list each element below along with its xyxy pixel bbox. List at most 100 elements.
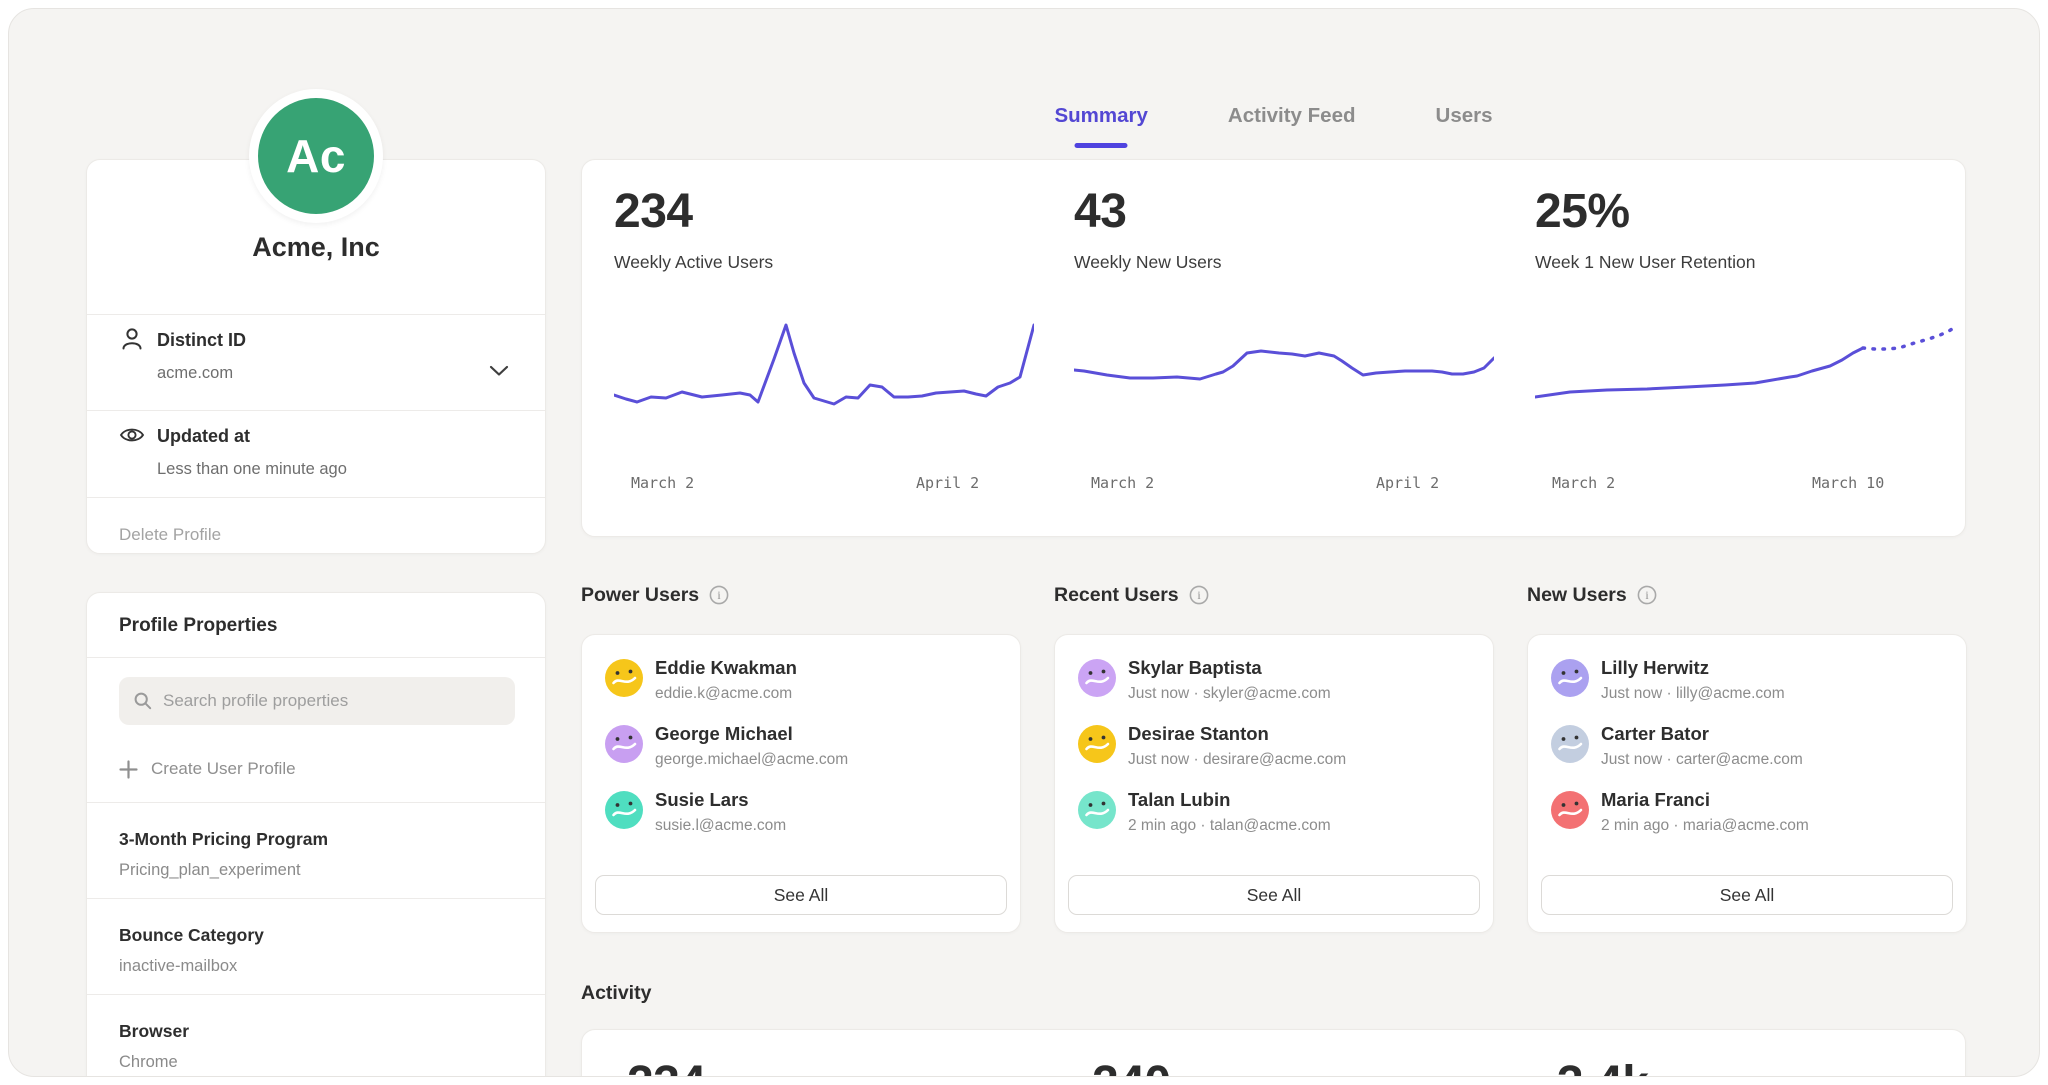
user-meta: george.michael@acme.com [655,751,848,769]
sparkline-chart [1074,296,1494,461]
user-avatar [605,659,643,697]
see-all-button[interactable]: See All [595,875,1007,915]
info-icon-wrap[interactable]: i [709,585,729,605]
profile-field-value: Less than one minute ago [157,460,347,479]
user-list-item[interactable]: Desirae StantonJust now · desirare@acme.… [1078,723,1470,779]
divider [87,497,545,498]
property-name: Bounce Category [119,925,513,946]
eye-icon [119,422,145,448]
info-icon-wrap[interactable]: i [1189,585,1209,605]
tab-summary[interactable]: Summary [1054,104,1147,148]
create-user-profile-label: Create User Profile [151,759,296,779]
info-icon[interactable]: i [709,585,729,605]
user-meta: eddie.k@acme.com [655,685,792,703]
user-meta: Just now · desirare@acme.com [1128,751,1346,769]
tab-users[interactable]: Users [1436,104,1493,148]
user-avatar [605,725,643,763]
see-all-button[interactable]: See All [1068,875,1480,915]
activity-card: 234 240 3.4k [581,1029,1966,1077]
user-avatar-face [1078,659,1116,697]
user-meta: Just now · lilly@acme.com [1601,685,1785,703]
stat-column: 43Weekly New UsersMarch 2April 2 [1074,184,1494,514]
see-all-button[interactable]: See All [1541,875,1953,915]
tab-activity-feed[interactable]: Activity Feed [1228,104,1356,148]
user-meta: susie.l@acme.com [655,817,786,835]
create-user-profile-button[interactable]: Create User Profile [119,751,296,787]
user-avatar-face [1551,725,1589,763]
chevron-down-icon[interactable] [489,365,509,377]
section-title: Recent Users [1054,584,1179,607]
profile-field-label: Distinct ID [157,330,246,351]
section-title: New Users [1527,584,1627,607]
stat-column: 25%Week 1 New User RetentionMarch 2March… [1535,184,1955,514]
user-list-item[interactable]: Carter Bator Just now · carter@acme.com [1551,723,1943,779]
summary-stats-card: 234Weekly Active UsersMarch 2April 243We… [581,159,1966,537]
section-header: Recent Users i [1054,581,1209,609]
user-list-item[interactable]: Maria Franci2 min ago · maria@acme.com [1551,789,1943,845]
plus-icon [119,760,138,779]
info-icon-wrap[interactable]: i [1637,585,1657,605]
property-item[interactable]: BrowserChrome [87,994,545,1072]
svg-text:i: i [1645,588,1649,602]
divider [87,314,545,315]
activity-stat-value: 234 [627,1056,706,1077]
property-value: Chrome [119,1053,513,1072]
profile-properties-card: Profile Properties Create User Profile 3… [86,592,546,1077]
page-content: Ac Acme, Inc Distinct IDacme.comUpdated … [8,8,2040,1077]
search-icon [133,691,153,711]
x-axis-label: March 2 [1091,474,1154,492]
section-header: New Users i [1527,581,1657,609]
svg-text:i: i [1197,588,1201,602]
user-name: Carter Bator [1601,723,1709,745]
search-input[interactable] [163,691,501,711]
user-avatar [1551,659,1589,697]
property-value: Pricing_plan_experiment [119,861,513,880]
user-avatar-face [1551,659,1589,697]
user-list-item[interactable]: Talan Lubin2 min ago · talan@acme.com [1078,789,1470,845]
user-list-item[interactable]: Eddie Kwakmaneddie.k@acme.com [605,657,997,713]
profile-field-label: Updated at [157,426,250,447]
stat-label: Weekly Active Users [614,252,773,273]
info-icon[interactable]: i [1637,585,1657,605]
user-avatar-face [1551,791,1589,829]
user-avatar [1078,791,1116,829]
app-window: Ac Acme, Inc Distinct IDacme.comUpdated … [8,8,2040,1077]
company-name: Acme, Inc [87,232,545,263]
property-item[interactable]: 3-Month Pricing Program Pricing_plan_expe… [87,802,545,880]
divider [87,657,545,658]
profile-properties-title: Profile Properties [119,615,277,637]
sparkline-axis: March 2April 2 [1074,474,1494,494]
stat-value: 234 [614,184,693,239]
person-icon [119,326,145,352]
user-meta: Just now · carter@acme.com [1601,751,1803,769]
tab-bar: Summary Activity Feed Users [581,104,1966,148]
user-avatar-face [605,791,643,829]
stat-column: 234 Weekly Active Users March 2April 2 [614,184,1034,514]
sparkline-chart [614,296,1034,461]
user-list-item[interactable]: Lilly HerwitzJust now · lilly@acme.com [1551,657,1943,713]
expand-field-button[interactable] [489,364,509,376]
sparkline-axis: March 2April 2 [614,474,1034,494]
user-avatar [1078,659,1116,697]
x-axis-label: March 2 [1552,474,1615,492]
profile-properties-search[interactable] [119,677,515,725]
property-name: 3-Month Pricing Program [119,829,513,850]
activity-stat-value: 240 [1092,1056,1171,1077]
property-value: inactive-mailbox [119,957,513,976]
sparkline-chart [1535,296,1955,461]
info-icon[interactable]: i [1189,585,1209,605]
user-list-item[interactable]: Susie Larssusie.l@acme.com [605,789,997,845]
user-meta: 2 min ago · talan@acme.com [1128,817,1331,835]
user-avatar [1078,725,1116,763]
user-list-item[interactable]: George Michaelgeorge.michael@acme.com [605,723,997,779]
activity-stat-value: 3.4k [1557,1056,1648,1077]
divider [87,410,545,411]
sparkline-axis: March 2March 10 [1535,474,1955,494]
user-list-item[interactable]: Skylar BaptistaJust now · skyler@acme.co… [1078,657,1470,713]
user-name: Skylar Baptista [1128,657,1262,679]
property-item[interactable]: Bounce Category inactive-mailbox [87,898,545,976]
x-axis-label: April 2 [916,474,979,492]
activity-section-title: Activity [581,982,651,1005]
company-avatar-initials: Ac [286,129,346,183]
delete-profile-button[interactable]: Delete Profile [119,515,221,555]
